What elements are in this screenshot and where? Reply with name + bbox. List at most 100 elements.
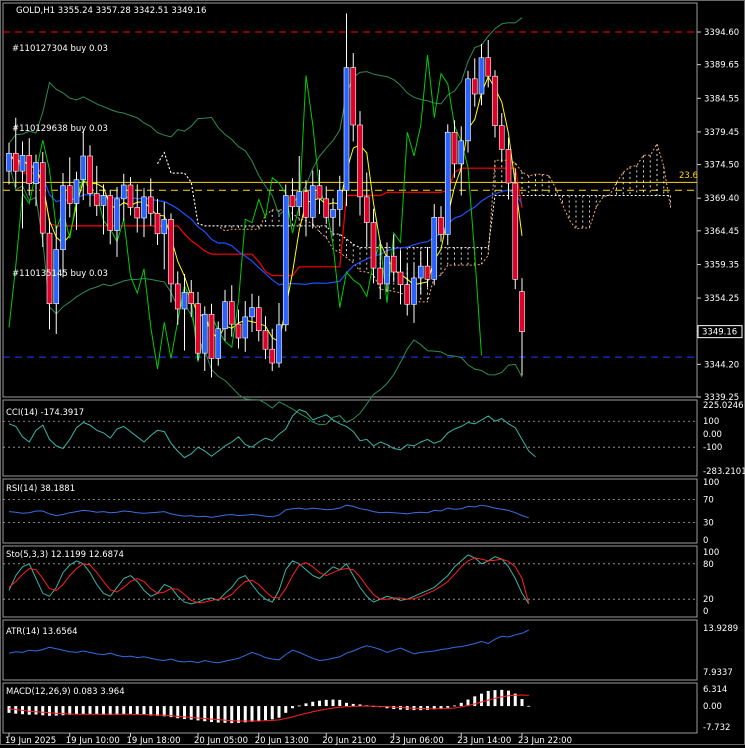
bull-candle xyxy=(282,195,289,326)
atr-title: ATR(14) 13.6564 xyxy=(6,627,78,637)
macd-histogram-bar xyxy=(459,702,463,707)
indicator-tick-label: 0 xyxy=(703,536,708,546)
price-tick-label: 3374.50 xyxy=(704,161,739,171)
bear-candle xyxy=(492,75,498,126)
bear-candle xyxy=(235,323,242,339)
bull-candle xyxy=(458,140,465,165)
bear-candle xyxy=(303,191,309,218)
bull-candle xyxy=(215,328,222,359)
macd-histogram-bar xyxy=(257,706,261,721)
macd-histogram-bar xyxy=(48,706,51,716)
indicator-tick-label: -7.732 xyxy=(703,723,730,733)
macd-histogram-bar xyxy=(149,706,153,716)
bull-candle xyxy=(336,189,343,210)
macd-histogram-bar xyxy=(311,701,315,707)
bull-candle xyxy=(120,184,127,200)
bear-candle xyxy=(397,271,404,285)
indicator-tick-label: 225.0246 xyxy=(703,401,744,411)
bear-candle xyxy=(370,222,377,269)
indicator-tick-label: 13.9289 xyxy=(703,624,738,634)
bull-candle xyxy=(276,324,282,364)
bear-candle xyxy=(390,255,397,273)
macd-histogram-bar xyxy=(250,706,254,722)
bear-candle xyxy=(147,196,154,214)
bear-candle xyxy=(424,265,431,280)
indicator-tick-label: 100 xyxy=(703,548,719,558)
macd-histogram-bar xyxy=(142,706,146,716)
macd-histogram-bar xyxy=(129,706,132,715)
time-tick-label: 20 Jun 05:00 xyxy=(194,736,248,745)
indicator-tick-label: 80 xyxy=(703,560,714,570)
bear-candle xyxy=(154,213,161,235)
macd-histogram-bar xyxy=(297,705,301,707)
bear-candle xyxy=(66,185,73,204)
macd-histogram-bar xyxy=(115,706,119,715)
bull-candle xyxy=(60,185,66,250)
time-tick-label: 19 Jun 2025 xyxy=(5,736,56,745)
bear-candle xyxy=(289,195,296,208)
macd-histogram-bar xyxy=(135,706,139,715)
trade-label-3[interactable]: #110135145 buy 0.03 xyxy=(12,269,108,279)
bear-candle xyxy=(350,67,357,126)
bull-candle xyxy=(296,191,303,208)
macd-histogram-bar xyxy=(27,706,31,715)
bull-candle xyxy=(343,67,350,191)
bull-candle xyxy=(141,196,147,219)
bear-candle xyxy=(107,195,114,231)
bear-candle xyxy=(519,291,525,332)
indicator-tick-label: 7.9337 xyxy=(703,668,733,678)
chart-title: GOLD,H1 3355.24 3357.28 3342.51 3349.16 xyxy=(16,6,206,16)
bear-candle xyxy=(269,348,276,364)
bear-candle xyxy=(438,217,444,235)
trade-label-1[interactable]: #110127304 buy 0.03 xyxy=(12,44,108,54)
bear-candle xyxy=(323,198,330,218)
bull-candle xyxy=(100,195,107,206)
bear-candle xyxy=(26,155,33,184)
trading-chart[interactable]: 3394.60 3389.65 3384.55 3379.45 3374.50 3369.… xyxy=(0,0,745,746)
macd-histogram-bar xyxy=(54,706,58,716)
price-tick-label: 3369.40 xyxy=(704,194,739,204)
bear-candle xyxy=(174,283,181,310)
price-tick-label: 3384.55 xyxy=(704,94,739,104)
macd-histogram-bar xyxy=(41,706,45,716)
bear-candle xyxy=(168,218,174,285)
price-tick-label: 3364.45 xyxy=(704,227,739,237)
indicator-tick-label: 0 xyxy=(703,607,708,617)
macd-histogram-bar xyxy=(426,706,429,710)
macd-histogram-bar xyxy=(270,706,274,720)
bear-candle xyxy=(357,124,363,198)
macd-histogram-bar xyxy=(345,702,348,707)
macd-histogram-bar xyxy=(34,706,38,715)
indicator-tick-label: 70 xyxy=(703,495,714,505)
time-tick-label: 19 Jun 18:00 xyxy=(127,736,181,745)
fib-level-label: 23.6 xyxy=(679,171,698,181)
macd-histogram-bar xyxy=(291,706,294,709)
bear-candle xyxy=(255,307,262,332)
chart-svg[interactable]: 3394.60 3389.65 3384.55 3379.45 3374.50 3369.… xyxy=(0,0,745,746)
current-price-label: 3349.16 xyxy=(702,328,737,338)
bear-candle xyxy=(93,193,100,206)
price-tick-label: 3354.25 xyxy=(704,294,739,304)
bull-candle xyxy=(330,209,336,218)
bear-candle xyxy=(471,78,478,95)
bull-candle xyxy=(161,218,168,235)
macd-histogram-bar xyxy=(331,699,335,707)
price-tick-label: 3394.60 xyxy=(704,28,739,38)
bear-candle xyxy=(404,284,411,305)
macd-histogram-bar xyxy=(156,706,159,716)
trade-label-2[interactable]: #110129638 buy 0.03 xyxy=(12,124,108,134)
price-tick-label: 3379.45 xyxy=(704,128,739,138)
bear-candle xyxy=(512,182,519,280)
macd-histogram-bar xyxy=(338,699,342,707)
bull-candle xyxy=(114,198,120,231)
price-tick-label: 3359.35 xyxy=(704,260,739,270)
macd-histogram-bar xyxy=(277,706,281,718)
bear-candle xyxy=(363,196,370,223)
indicator-tick-label: 0.00 xyxy=(703,702,722,712)
bear-candle xyxy=(208,313,215,359)
time-tick-label: 20 Jun 21:00 xyxy=(322,736,376,745)
indicator-tick-label: 6.314 xyxy=(703,685,727,695)
bull-candle xyxy=(249,307,255,318)
indicator-tick-label: 100 xyxy=(703,478,719,488)
indicator-tick-label: 100 xyxy=(703,417,719,427)
